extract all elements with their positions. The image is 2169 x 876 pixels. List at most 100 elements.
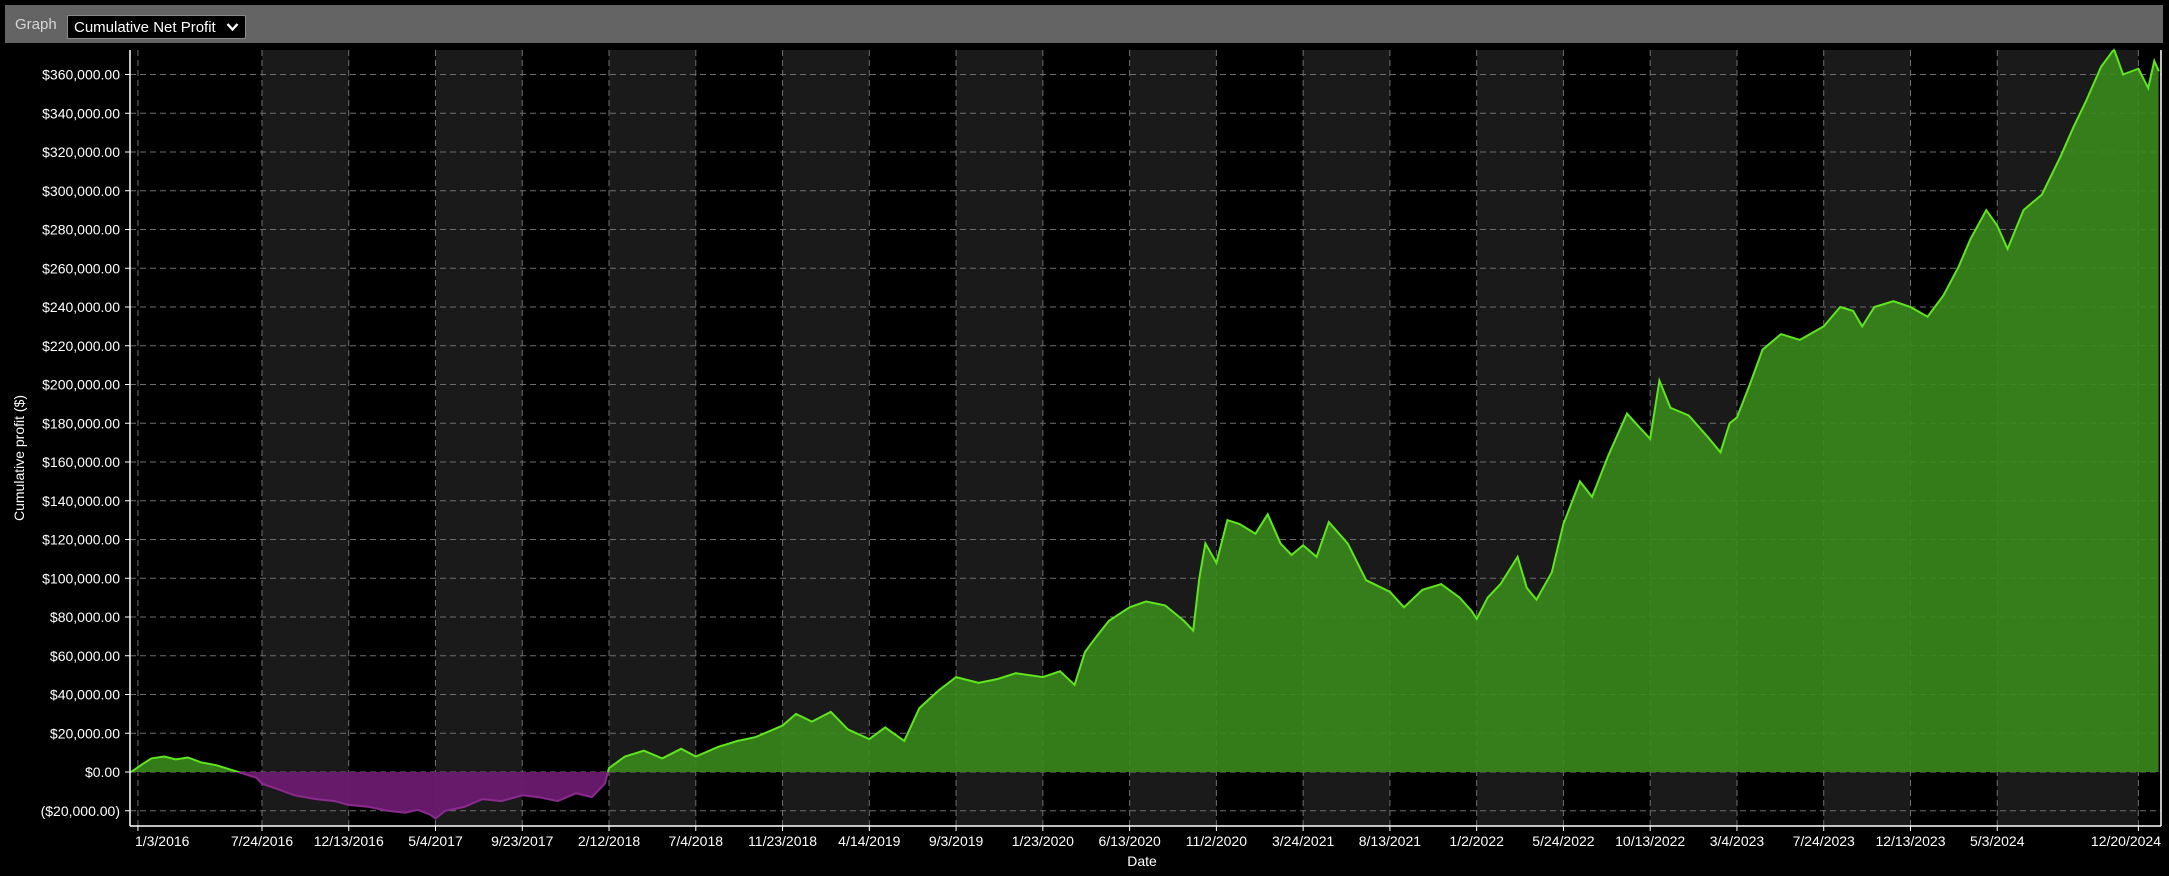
y-tick-label: $240,000.00 [42,299,120,315]
x-tick-labels: 1/3/2016 7/24/2016 12/13/2016 5/4/2017 9/23/… [135,826,2161,849]
data-point [937,689,940,692]
data-point [661,757,663,760]
data-point [187,756,189,759]
y-tick-label: ($20,000.00) [41,803,120,819]
data-point [333,800,336,802]
data-point [977,682,980,684]
data-point [1302,544,1304,547]
data-point [1909,306,1912,308]
data-point [1649,438,1651,440]
data-point [2022,209,2025,211]
y-tick-label: $40,000.00 [50,687,120,703]
data-point [1761,348,1764,351]
x-tick-label: 5/3/2024 [1970,833,2025,849]
x-tick-label: 7/24/2023 [1793,833,1855,849]
data-point [1985,209,1988,211]
data-point [643,749,645,752]
data-point [2113,48,2115,51]
data-point [1403,606,1405,609]
data-point [277,788,280,791]
y-tick-label: $220,000.00 [42,338,120,354]
x-tick-label: 9/3/2019 [929,833,984,849]
data-point [150,757,153,760]
data-point [695,755,697,758]
y-tick-label: $160,000.00 [42,454,120,470]
x-tick-label: 6/13/2020 [1098,833,1160,849]
data-point [2085,100,2087,103]
data-point [1996,224,1998,227]
x-tick-label: 9/23/2017 [491,833,553,849]
data-point [955,676,957,678]
data-point [1290,554,1293,556]
data-point [1942,294,1945,297]
y-tick-labels: $360,000.00 $340,000.00 $320,000.00 $300,00… [41,67,130,819]
data-point [1579,480,1581,483]
data-point [521,794,524,797]
data-point [1551,571,1553,574]
data-point [1861,325,1863,328]
data-point [1749,383,1751,386]
data-point [1389,591,1391,593]
data-point [1059,670,1061,673]
data-point [200,761,202,764]
x-tick-label: 5/4/2017 [408,833,463,849]
data-point [175,758,177,761]
data-point [1145,600,1147,603]
x-tick-label: 12/13/2023 [1875,833,1945,849]
x-tick-label: 2/12/2018 [578,833,640,849]
data-point [1969,238,1972,240]
x-tick-label: 4/14/2019 [838,833,900,849]
data-point [2006,248,2009,250]
data-point [347,804,350,806]
y-tick-label: $280,000.00 [42,222,120,238]
data-point [1440,583,1442,585]
data-point [2060,155,2062,157]
data-point [903,740,905,742]
data-point [293,794,296,797]
data-point [680,748,682,750]
y-tick-label: $80,000.00 [50,609,120,625]
data-point [538,796,540,798]
data-point [387,810,389,812]
x-tick-label: 10/13/2022 [1615,833,1685,849]
data-point [463,806,466,808]
data-point [1780,333,1782,335]
data-point [556,800,559,802]
data-point [1958,265,1960,268]
date-band [435,50,523,826]
data-point [884,726,886,729]
x-tick-label: 5/24/2022 [1532,833,1594,849]
data-point [481,798,484,800]
data-point [444,810,447,812]
y-tick-label: $140,000.00 [42,493,120,509]
data-point [781,724,784,727]
data-point [1839,306,1841,308]
data-point [2137,67,2140,70]
x-tick-label: 7/24/2016 [231,833,293,849]
data-point [736,740,739,742]
data-point [1092,639,1095,642]
data-point [2122,73,2124,76]
y-tick-label: $360,000.00 [42,67,120,83]
data-point [261,782,263,785]
data-point [163,755,165,758]
data-point [591,796,593,798]
data-point [1198,577,1201,580]
data-point [1073,684,1076,686]
y-tick-label: $0.00 [85,764,120,780]
cumulative-profit-chart: $360,000.00 $340,000.00 $320,000.00 $300,00… [11,48,2162,869]
data-point [1669,407,1672,409]
data-point [1254,532,1257,535]
data-point [1873,306,1876,308]
data-point [1526,587,1528,589]
data-point [1164,604,1166,607]
date-band [261,50,349,826]
data-point [1084,651,1086,653]
x-tick-label: 11/23/2018 [748,833,817,849]
data-point [1535,598,1538,601]
data-point [754,736,757,738]
data-point [1626,412,1628,415]
data-point [1279,542,1282,545]
date-band [782,50,870,826]
data-point [575,792,577,795]
